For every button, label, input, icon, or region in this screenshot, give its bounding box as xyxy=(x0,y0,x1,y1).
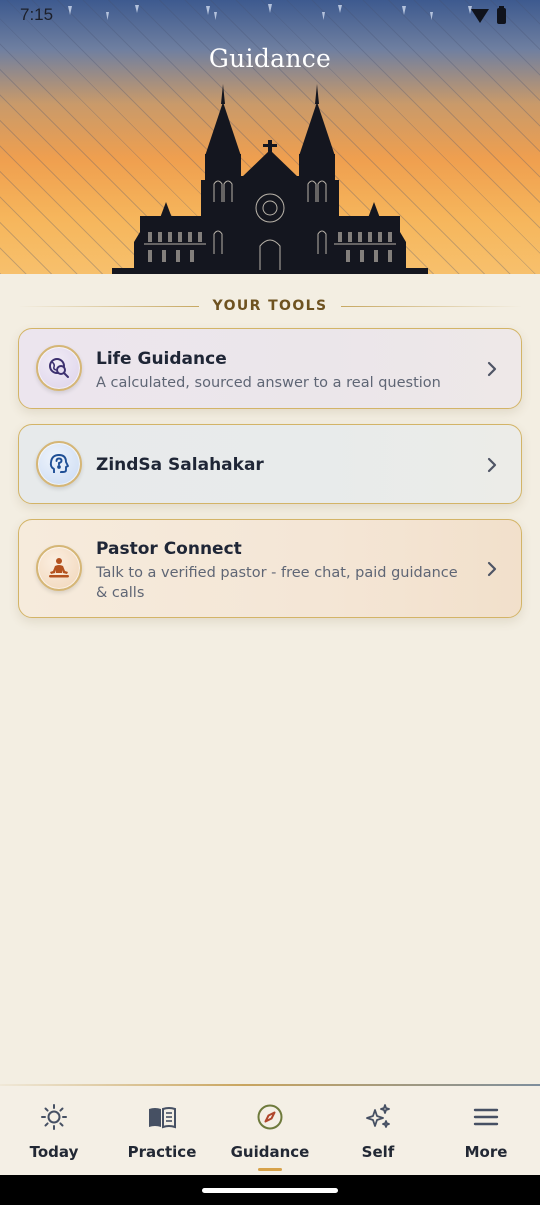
tool-card-pastor-connect[interactable]: Pastor Connect Talk to a verified pastor… xyxy=(18,519,522,618)
menu-icon xyxy=(473,1108,499,1126)
sparkles-icon xyxy=(366,1104,390,1128)
nav-label: Guidance xyxy=(230,1143,310,1161)
hero-header: 7:15 Guidance xyxy=(0,0,540,274)
nav-item-self[interactable]: Self xyxy=(324,1102,432,1172)
globe-search-icon xyxy=(36,345,82,391)
wifi-icon xyxy=(471,9,489,23)
tool-subtitle: Talk to a verified pastor - free chat, p… xyxy=(96,565,458,601)
chevron-right-icon xyxy=(487,561,497,577)
tool-title: Pastor Connect xyxy=(96,539,242,559)
divider-right xyxy=(341,305,523,307)
tool-subtitle: A calculated, sourced answer to a real q… xyxy=(96,375,441,391)
nav-divider xyxy=(0,1084,540,1086)
section-label: YOUR TOOLS xyxy=(212,298,328,314)
nav-item-guidance[interactable]: Guidance xyxy=(216,1102,324,1172)
nav-label: Self xyxy=(361,1143,395,1161)
nav-label: Today xyxy=(29,1143,79,1161)
home-gesture-handle[interactable] xyxy=(202,1188,338,1193)
nav-item-today[interactable]: Today xyxy=(0,1102,108,1172)
divider-left xyxy=(18,305,199,307)
chevron-right-icon xyxy=(487,457,497,473)
system-navigation-bar xyxy=(0,1175,540,1205)
book-icon xyxy=(149,1107,176,1129)
nav-label: Practice xyxy=(127,1143,197,1161)
nav-item-more[interactable]: More xyxy=(432,1102,540,1172)
page-title: Guidance xyxy=(208,44,332,73)
sun-icon xyxy=(41,1104,67,1130)
battery-icon xyxy=(497,6,506,24)
nav-label: More xyxy=(464,1143,508,1161)
head-question-icon xyxy=(36,441,82,487)
compass-icon xyxy=(257,1104,283,1130)
nav-item-practice[interactable]: Practice xyxy=(108,1102,216,1172)
status-bar: 7:15 xyxy=(0,0,540,32)
chevron-right-icon xyxy=(487,361,497,377)
tool-card-zindsa-salahakar[interactable]: ZindSa Salahakar xyxy=(18,424,522,504)
tool-card-life-guidance[interactable]: Life Guidance A calculated, sourced answ… xyxy=(18,328,522,409)
meditating-person-icon xyxy=(36,545,82,591)
cathedral-illustration xyxy=(112,84,428,274)
tool-title: ZindSa Salahakar xyxy=(96,455,264,475)
bottom-navigation: Today Practice Guidance Self More xyxy=(0,1084,540,1175)
section-header: YOUR TOOLS xyxy=(18,296,523,316)
status-time: 7:15 xyxy=(20,5,54,24)
active-indicator xyxy=(258,1168,282,1171)
tool-title: Life Guidance xyxy=(96,349,227,369)
